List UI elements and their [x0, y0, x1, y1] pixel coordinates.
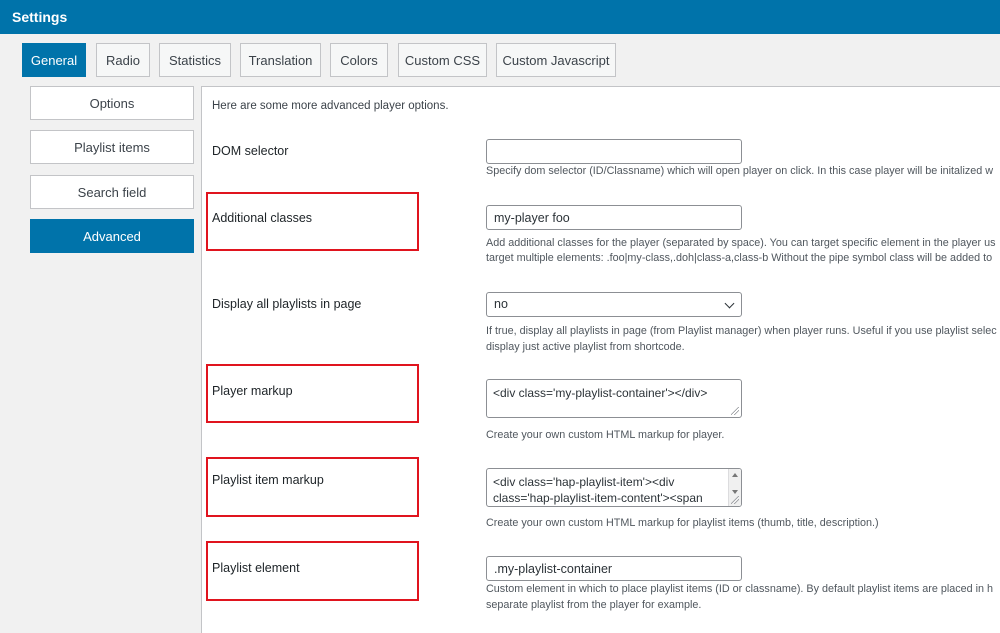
playlist-element-input[interactable]	[486, 556, 742, 581]
tab-custom-javascript[interactable]: Custom Javascript	[496, 43, 616, 77]
display-all-playlists-select[interactable]: no	[486, 292, 742, 317]
sidebar-item-playlist-items[interactable]: Playlist items	[30, 130, 194, 164]
scroll-up-icon[interactable]	[732, 473, 738, 477]
page-title: Settings	[12, 9, 68, 25]
player-markup-description: Create your own custom HTML markup for p…	[486, 429, 725, 441]
scroll-down-icon[interactable]	[732, 490, 738, 494]
playlist-item-markup-line2: class='hap-playlist-item-content'><span	[493, 491, 703, 505]
playlist-element-description-line2: separate playlist from the player for ex…	[486, 599, 702, 611]
highlight-box-playlist-item-markup	[206, 457, 419, 517]
top-bar: Settings	[0, 0, 1000, 34]
additional-classes-description-line1: Add additional classes for the player (s…	[486, 237, 996, 249]
dom-selector-description: Specify dom selector (ID/Classname) whic…	[486, 165, 994, 177]
player-markup-textarea[interactable]: <div class='my-playlist-container'></div…	[486, 379, 742, 418]
sidebar-item-search-field[interactable]: Search field	[30, 175, 194, 209]
panel-intro: Here are some more advanced player optio…	[212, 100, 449, 112]
dom-selector-input[interactable]	[486, 139, 742, 164]
playlist-item-markup-line1: <div class='hap-playlist-item'><div	[493, 475, 675, 489]
tab-general[interactable]: General	[22, 43, 86, 77]
resize-handle-icon[interactable]	[731, 407, 739, 415]
chevron-down-icon	[724, 298, 735, 309]
display-all-playlists-value: no	[494, 297, 508, 311]
additional-classes-description-line2: target multiple elements: .foo|my-class,…	[486, 252, 993, 264]
playlist-element-label: Playlist element	[212, 561, 300, 575]
player-markup-label: Player markup	[212, 384, 293, 398]
playlist-item-markup-textarea[interactable]: <div class='hap-playlist-item'><div clas…	[486, 468, 742, 507]
tab-colors[interactable]: Colors	[330, 43, 388, 77]
additional-classes-input[interactable]	[486, 205, 742, 230]
additional-classes-label: Additional classes	[212, 211, 313, 225]
playlist-item-markup-label: Playlist item markup	[212, 473, 324, 487]
playlist-element-description-line1: Custom element in which to place playlis…	[486, 583, 994, 595]
dom-selector-label: DOM selector	[212, 144, 289, 158]
display-all-playlists-label: Display all playlists in page	[212, 297, 362, 311]
sidebar-item-options[interactable]: Options	[30, 86, 194, 120]
display-all-playlists-description-line2: display just active playlist from shortc…	[486, 341, 685, 353]
tab-translation[interactable]: Translation	[240, 43, 321, 77]
settings-panel: Here are some more advanced player optio…	[201, 86, 1000, 633]
tab-custom-css[interactable]: Custom CSS	[398, 43, 487, 77]
tab-radio[interactable]: Radio	[96, 43, 150, 77]
sidebar-item-advanced[interactable]: Advanced	[30, 219, 194, 253]
resize-handle-icon[interactable]	[731, 496, 739, 504]
tab-statistics[interactable]: Statistics	[159, 43, 231, 77]
playlist-item-markup-description: Create your own custom HTML markup for p…	[486, 517, 879, 529]
display-all-playlists-description-line1: If true, display all playlists in page (…	[486, 325, 997, 337]
player-markup-value: <div class='my-playlist-container'></div…	[493, 386, 708, 400]
